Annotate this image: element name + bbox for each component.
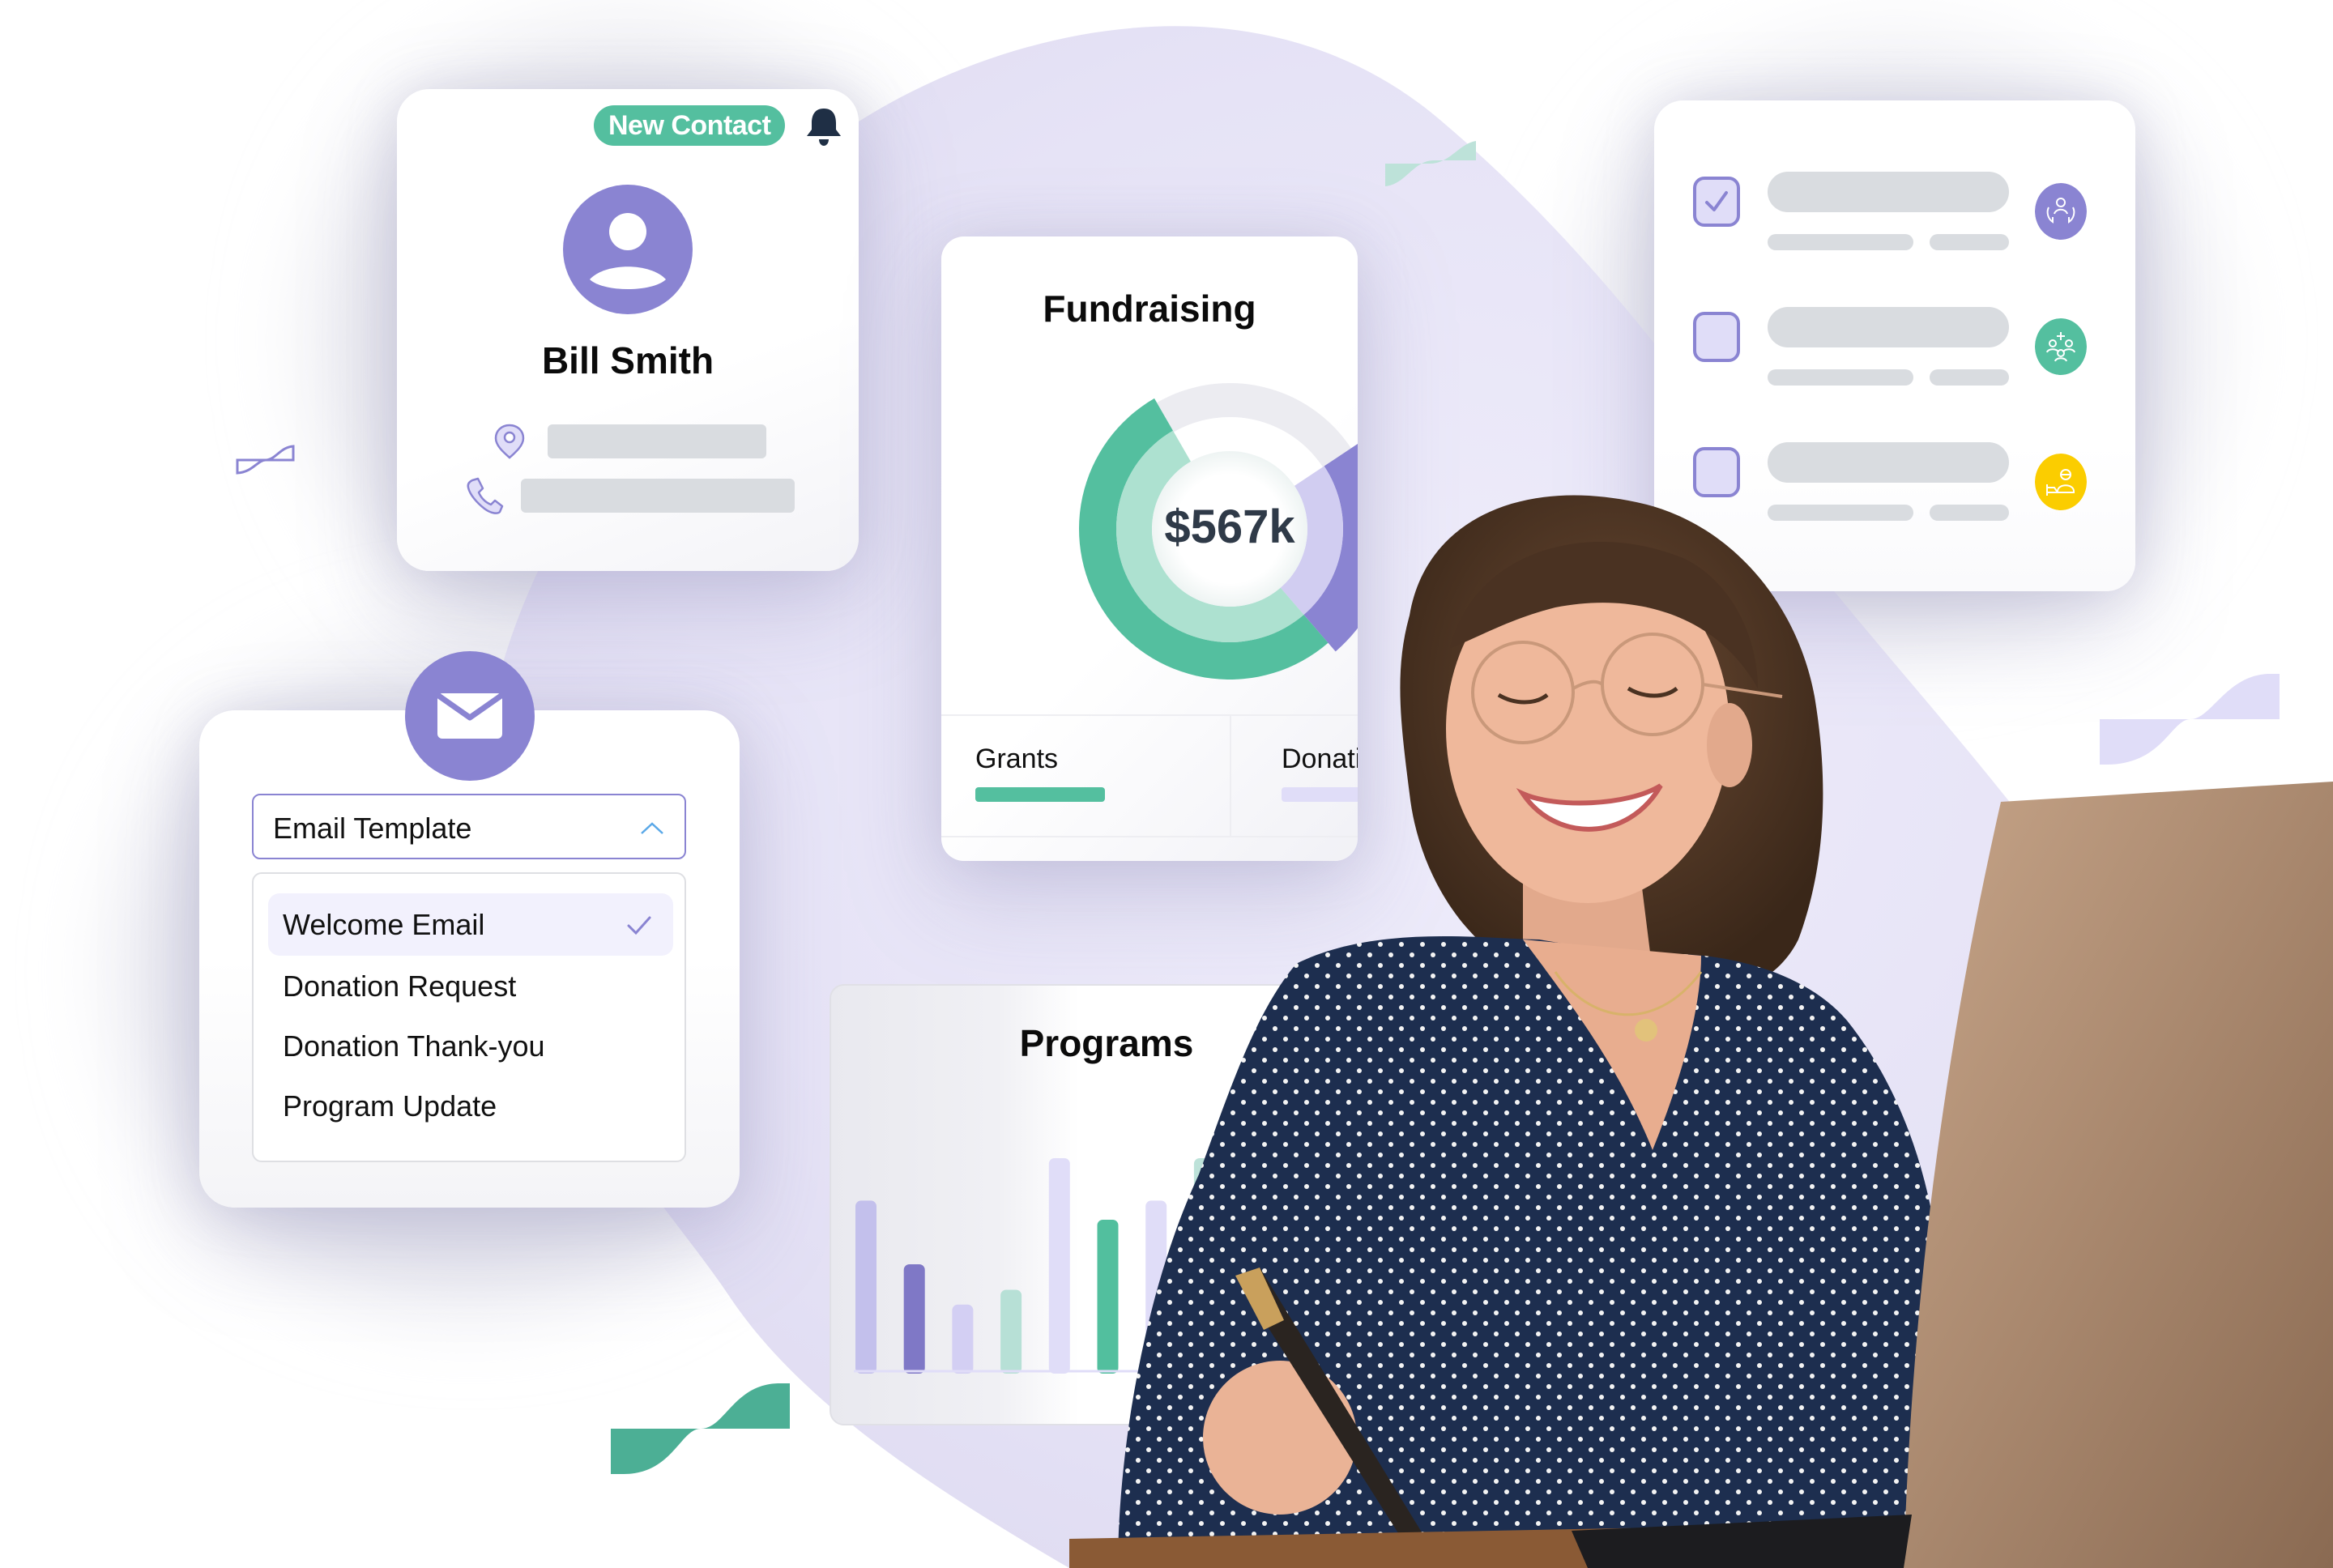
- location-pin-icon: [494, 424, 525, 459]
- smiling-woman-photo: [1069, 495, 2333, 1568]
- dropdown-option-program-update[interactable]: Program Update: [268, 1075, 673, 1137]
- hero-illustration: New Contact Bill Smith Fundraising $567k…: [0, 0, 2333, 1568]
- select-label: Email Template: [273, 812, 472, 845]
- contact-card[interactable]: New Contact Bill Smith: [397, 89, 859, 571]
- task-checkbox[interactable]: [1693, 312, 1740, 362]
- swoosh-outline-decor: [236, 445, 295, 475]
- program-bar-4: [1000, 1289, 1022, 1374]
- laptop: [1904, 782, 2333, 1568]
- legend-label-grants: Grants: [975, 744, 1059, 774]
- contact-name: Bill Smith: [541, 339, 714, 381]
- bell-icon[interactable]: [804, 105, 843, 147]
- address-placeholder: [548, 424, 766, 458]
- envelope-badge: [405, 651, 535, 781]
- fundraising-title: Fundraising: [1043, 288, 1256, 330]
- phone-placeholder: [521, 479, 795, 513]
- chevron-up-icon[interactable]: [639, 820, 665, 836]
- hand: [1203, 1361, 1357, 1515]
- task-title-placeholder: [1768, 442, 2009, 483]
- email-template-select[interactable]: Email Template: [252, 794, 686, 859]
- email-template-dropdown: Welcome Email Donation Request Donation …: [252, 872, 686, 1162]
- dropdown-option-donation-request[interactable]: Donation Request: [268, 955, 673, 1017]
- swoosh-green-decor: [611, 1383, 790, 1474]
- checkmark-icon: [1705, 191, 1728, 211]
- dropdown-option-donation-thank-you[interactable]: Donation Thank-you: [268, 1015, 673, 1077]
- program-bar-1: [855, 1200, 876, 1374]
- task-meta-placeholder: [1930, 234, 2009, 250]
- task-title-placeholder: [1768, 307, 2009, 347]
- task-title-placeholder: [1768, 172, 2009, 212]
- option-label: Donation Thank-you: [283, 1029, 545, 1063]
- program-bar-2: [903, 1264, 925, 1374]
- pendant: [1635, 1019, 1657, 1042]
- task-meta-placeholder: [1768, 234, 1913, 250]
- program-bar-5: [1048, 1158, 1070, 1374]
- user-avatar-icon: [563, 185, 693, 314]
- dropdown-option-welcome-email[interactable]: Welcome Email: [268, 893, 673, 956]
- phone-icon: [467, 477, 504, 514]
- new-contact-badge: New Contact: [594, 105, 786, 146]
- program-bar-3: [952, 1304, 974, 1374]
- caring-hands-person-icon: [2035, 183, 2087, 240]
- checkmark-icon: [627, 916, 651, 935]
- envelope-icon: [435, 692, 505, 739]
- add-group-icon: [2035, 318, 2087, 375]
- option-label: Donation Request: [283, 969, 517, 1003]
- task-meta-placeholder: [1930, 369, 2009, 386]
- option-label: Program Update: [283, 1089, 497, 1123]
- task-checkbox-checked[interactable]: [1693, 177, 1740, 227]
- ear: [1707, 703, 1752, 787]
- task-meta-placeholder: [1768, 369, 1913, 386]
- option-label: Welcome Email: [283, 908, 485, 941]
